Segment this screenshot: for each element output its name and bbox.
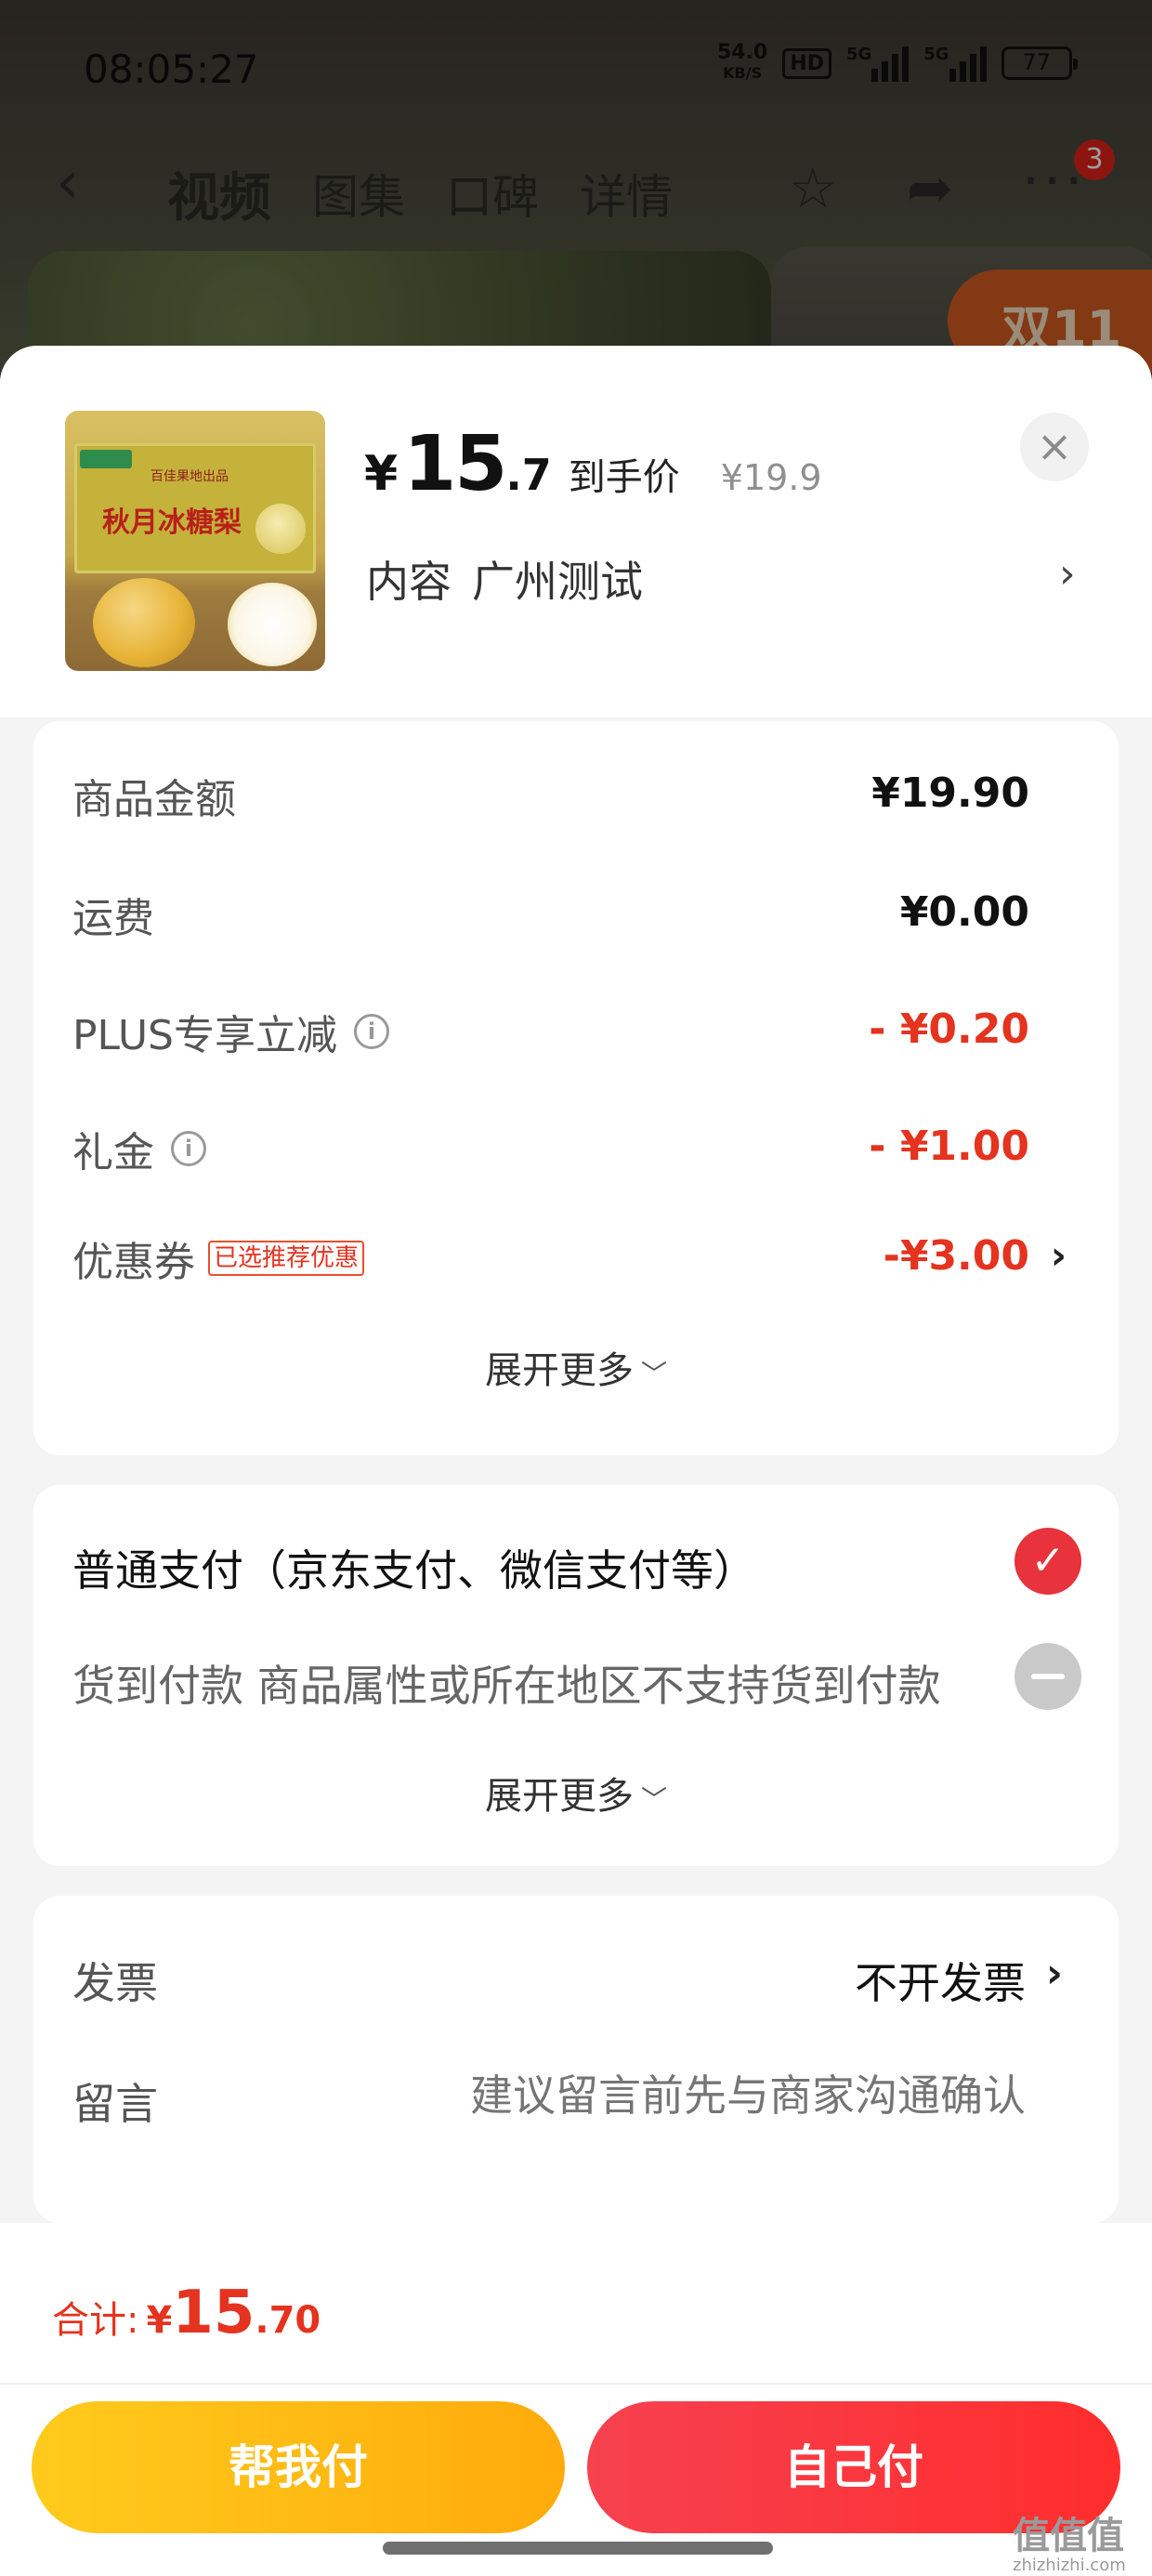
- coupon-tag: 已选推荐优惠: [208, 1241, 365, 1276]
- checkout-sheet: 百佳果地出品 秋月冰糖梨 ¥ 15 .7 到手价 ¥19.9 × 内容 广州测试…: [0, 346, 1152, 2576]
- shipping-label: 运费: [72, 895, 154, 942]
- coupon-label: 优惠券: [72, 1239, 195, 1286]
- product-image: 百佳果地出品 秋月冰糖梨: [65, 411, 325, 671]
- watermark-logo: 值值值 zhizhizhi.com: [1013, 2515, 1126, 2575]
- product-image-logo: [80, 450, 132, 468]
- total-label: 合计:: [52, 2299, 139, 2342]
- order-total: 合计: ¥ 15 .70: [52, 2279, 321, 2347]
- close-icon: ×: [1036, 421, 1073, 471]
- chevron-right-icon[interactable]: ›: [1059, 550, 1076, 598]
- shipping-value: ¥0.00: [899, 888, 1029, 936]
- plus-discount-row: PLUS专享立减 i - ¥0.20: [72, 1002, 1029, 1067]
- final-price-label: 到手价: [568, 456, 680, 499]
- invoice-label: 发票: [72, 1958, 158, 2008]
- payment-option-cod: 货到付款 商品属性或所在地区不支持货到付款: [72, 1643, 1081, 1727]
- subtotal-value: ¥19.90: [871, 769, 1029, 817]
- help-me-pay-button[interactable]: 帮我付: [32, 2401, 565, 2533]
- payment-method-card: 普通支付（京东支付、微信支付等） ✓ 货到付款 商品属性或所在地区不支持货到付款…: [33, 1485, 1119, 1866]
- expand-more-label: 展开更多: [484, 1349, 634, 1392]
- message-label: 留言: [72, 2079, 158, 2129]
- expand-more-label: 展开更多: [484, 1775, 634, 1818]
- shipping-row: 运费 ¥0.00: [72, 885, 1029, 950]
- checkmark-icon[interactable]: ✓: [1015, 1528, 1081, 1595]
- invoice-value: 不开发票: [855, 1958, 1026, 2008]
- payment-option-standard[interactable]: 普通支付（京东支付、微信支付等） ✓: [72, 1528, 1081, 1611]
- plus-discount-value: - ¥0.20: [869, 1005, 1029, 1053]
- spec-selector[interactable]: 内容 广州测试: [366, 548, 643, 610]
- info-icon[interactable]: i: [354, 1014, 389, 1049]
- pear-graphic: [255, 504, 306, 554]
- chevron-right-icon[interactable]: ›: [1046, 1950, 1063, 1997]
- expand-more-button[interactable]: 展开更多 ﹀: [33, 1766, 1119, 1820]
- close-button[interactable]: ×: [1020, 413, 1089, 481]
- subtotal-label: 商品金额: [72, 776, 236, 823]
- modal-overlay[interactable]: [0, 0, 1152, 390]
- divider: [0, 2383, 1152, 2385]
- pear-graphic: [93, 578, 195, 667]
- info-icon[interactable]: i: [171, 1131, 206, 1166]
- subtotal-row: 商品金额 ¥19.90: [72, 766, 1029, 831]
- product-header: 百佳果地出品 秋月冰糖梨 ¥ 15 .7 到手价 ¥19.9 × 内容 广州测试…: [0, 346, 1152, 717]
- pear-slice-graphic: [228, 583, 317, 666]
- spec-label: 内容: [366, 557, 452, 607]
- message-row: 留言: [72, 2070, 1063, 2136]
- message-input[interactable]: [375, 2070, 1026, 2121]
- plus-discount-label: PLUS专享立减: [72, 1012, 337, 1059]
- chevron-down-icon: ﹀: [640, 1784, 667, 1815]
- expand-more-button[interactable]: 展开更多 ﹀: [33, 1340, 1119, 1394]
- gift-money-label: 礼金: [72, 1129, 154, 1176]
- gift-money-value: - ¥1.00: [869, 1123, 1029, 1170]
- gift-money-row: 礼金 i - ¥1.00: [72, 1119, 1029, 1184]
- chevron-right-icon[interactable]: ›: [1051, 1232, 1067, 1278]
- payment-option-label: 普通支付（京东支付、微信支付等）: [72, 1545, 756, 1596]
- coupon-row[interactable]: 优惠券 已选推荐优惠 -¥3.00 ›: [72, 1229, 1067, 1294]
- product-image-title: 秋月冰糖梨: [102, 506, 242, 539]
- checkout-footer: 合计: ¥ 15 .70 帮我付 自己付: [0, 2223, 1152, 2576]
- invoice-row[interactable]: 发票 不开发票 ›: [72, 1950, 1063, 2015]
- product-image-subtitle: 百佳果地出品: [151, 469, 229, 484]
- payment-option-label: 货到付款 商品属性或所在地区不支持货到付款: [72, 1661, 941, 1711]
- home-indicator[interactable]: [383, 2542, 773, 2555]
- final-price: ¥ 15 .7 到手价 ¥19.9: [364, 420, 822, 508]
- chevron-down-icon: ﹀: [640, 1359, 667, 1389]
- invoice-message-card: 发票 不开发票 › 留言: [33, 1896, 1119, 2223]
- spec-value: 广州测试: [472, 557, 643, 607]
- coupon-value: -¥3.00: [883, 1232, 1029, 1280]
- price-breakdown-card: 商品金额 ¥19.90 运费 ¥0.00 PLUS专享立减 i - ¥0.20 …: [33, 721, 1119, 1455]
- disabled-icon: [1015, 1643, 1081, 1710]
- original-price: ¥19.9: [720, 457, 822, 498]
